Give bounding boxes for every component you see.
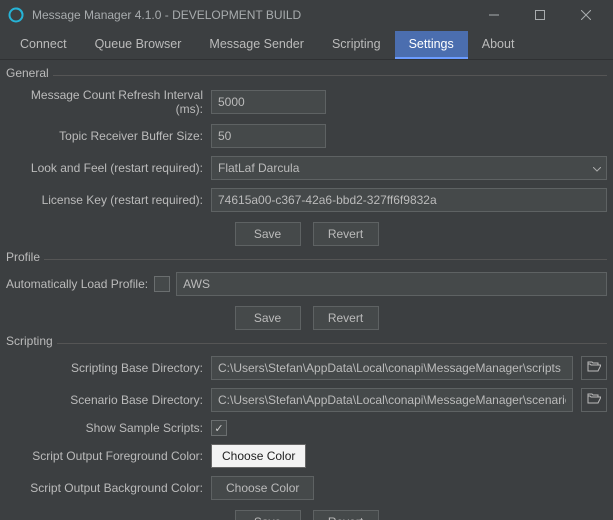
group-general-title: General — [6, 66, 53, 80]
scripting-base-dir-label: Scripting Base Directory: — [6, 361, 211, 375]
fg-color-button[interactable]: Choose Color — [211, 444, 306, 468]
tab-bar: Connect Queue Browser Message Sender Scr… — [0, 30, 613, 60]
scenario-base-dir-label: Scenario Base Directory: — [6, 393, 211, 407]
group-divider — [6, 259, 607, 260]
buffer-size-label: Topic Receiver Buffer Size: — [6, 129, 211, 143]
show-sample-scripts-checkbox[interactable] — [211, 420, 227, 436]
general-revert-button[interactable]: Revert — [313, 222, 379, 246]
tab-about[interactable]: About — [468, 31, 529, 59]
profile-name-input[interactable] — [176, 272, 607, 296]
bg-color-button[interactable]: Choose Color — [211, 476, 314, 500]
refresh-interval-input[interactable] — [211, 90, 326, 114]
group-general: General Message Count Refresh Interval (… — [6, 66, 607, 246]
scripting-save-button[interactable]: Save — [235, 510, 301, 520]
bg-color-label: Script Output Background Color: — [6, 481, 211, 495]
title-bar: Message Manager 4.1.0 - DEVELOPMENT BUIL… — [0, 0, 613, 30]
tab-message-sender[interactable]: Message Sender — [195, 31, 318, 59]
tab-queue-browser[interactable]: Queue Browser — [81, 31, 196, 59]
scenario-base-dir-browse[interactable] — [581, 388, 607, 412]
tab-scripting[interactable]: Scripting — [318, 31, 395, 59]
folder-open-icon — [587, 393, 601, 408]
profile-save-button[interactable]: Save — [235, 306, 301, 330]
look-and-feel-select[interactable] — [211, 156, 607, 180]
group-divider — [6, 343, 607, 344]
minimize-button[interactable] — [471, 0, 517, 30]
app-icon — [8, 7, 24, 23]
settings-content: General Message Count Refresh Interval (… — [0, 60, 613, 520]
look-and-feel-label: Look and Feel (restart required): — [6, 161, 211, 175]
tab-settings[interactable]: Settings — [395, 31, 468, 59]
general-save-button[interactable]: Save — [235, 222, 301, 246]
auto-load-profile-label: Automatically Load Profile: — [6, 277, 154, 291]
auto-load-profile-checkbox[interactable] — [154, 276, 170, 292]
buffer-size-input[interactable] — [211, 124, 326, 148]
fg-color-label: Script Output Foreground Color: — [6, 449, 211, 463]
window-controls — [471, 0, 609, 30]
scripting-base-dir-input[interactable] — [211, 356, 573, 380]
license-key-label: License Key (restart required): — [6, 193, 211, 207]
close-button[interactable] — [563, 0, 609, 30]
refresh-interval-label: Message Count Refresh Interval (ms): — [6, 88, 211, 116]
scripting-base-dir-browse[interactable] — [581, 356, 607, 380]
look-and-feel-value[interactable] — [211, 156, 607, 180]
scenario-base-dir-input[interactable] — [211, 388, 573, 412]
group-divider — [6, 75, 607, 76]
folder-open-icon — [587, 361, 601, 376]
window-title: Message Manager 4.1.0 - DEVELOPMENT BUIL… — [32, 8, 471, 22]
show-sample-scripts-label: Show Sample Scripts: — [6, 421, 211, 435]
group-profile: Profile Automatically Load Profile: Save… — [6, 250, 607, 330]
license-key-input[interactable] — [211, 188, 607, 212]
scripting-revert-button[interactable]: Revert — [313, 510, 379, 520]
maximize-button[interactable] — [517, 0, 563, 30]
tab-connect[interactable]: Connect — [6, 31, 81, 59]
profile-revert-button[interactable]: Revert — [313, 306, 379, 330]
group-scripting-title: Scripting — [6, 334, 57, 348]
group-scripting: Scripting Scripting Base Directory: Scen… — [6, 334, 607, 520]
group-profile-title: Profile — [6, 250, 44, 264]
